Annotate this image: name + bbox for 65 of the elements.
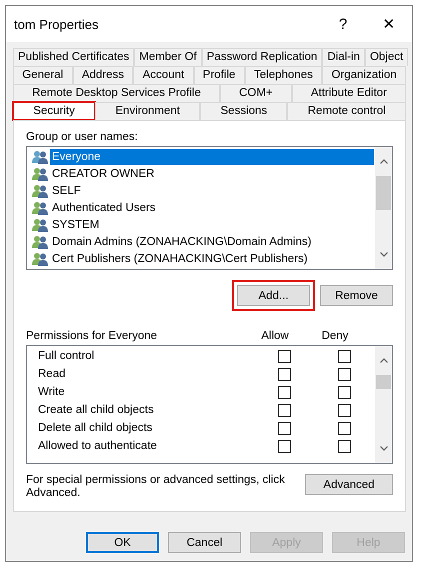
user-item[interactable]: SYSTEM (50, 216, 102, 232)
tab[interactable]: Organization (322, 66, 406, 84)
permission-name: Full control (38, 350, 96, 362)
checkbox[interactable] (278, 368, 290, 380)
tab[interactable]: Profile (194, 66, 245, 84)
tab[interactable]: COM+ (220, 84, 292, 102)
tab[interactable]: Member Of (134, 48, 202, 66)
add-button[interactable]: Add... (237, 285, 310, 306)
checkbox[interactable] (338, 440, 350, 452)
permission-name: Allowed to authenticate (38, 440, 158, 452)
users-icon (32, 150, 48, 164)
checkbox[interactable] (338, 422, 350, 434)
checkbox[interactable] (278, 422, 290, 434)
group-label: Group or user names: (26, 131, 139, 143)
tab[interactable]: Sessions (200, 102, 288, 120)
checkbox[interactable] (278, 404, 290, 416)
tab[interactable]: Address (72, 66, 134, 84)
checkbox[interactable] (338, 386, 350, 398)
tab[interactable]: General (13, 66, 73, 84)
user-item[interactable]: Cert Publishers (ZONAHACKING\Cert Publishers) (50, 250, 310, 266)
checkbox[interactable] (278, 350, 290, 362)
user-item[interactable]: Domain Admins (ZONAHACKING\Domain Admins) (50, 234, 314, 250)
checkbox[interactable] (338, 368, 350, 380)
remove-button[interactable]: Remove (320, 285, 393, 306)
user-item[interactable]: Everyone (50, 148, 374, 164)
tab[interactable]: Published Certificates (13, 48, 134, 66)
scrollbar-thumb[interactable] (376, 176, 391, 210)
tab[interactable]: Environment (95, 102, 200, 120)
permission-name: Create all child objects (38, 404, 155, 416)
users-icon (32, 252, 48, 266)
tab[interactable]: Telephones (244, 66, 322, 84)
scrollbar-thumb[interactable] (376, 375, 391, 389)
permissions-label: Permissions for Everyone (26, 330, 158, 342)
permission-name: Write (38, 386, 66, 398)
user-item[interactable]: SELF (50, 182, 83, 198)
users-icon (32, 234, 48, 248)
tab[interactable]: Object (364, 48, 408, 66)
close-button[interactable]: ✕ (366, 15, 412, 33)
dialog-button[interactable]: OK (86, 532, 159, 553)
user-item[interactable]: CREATOR OWNER (50, 166, 156, 182)
checkbox[interactable] (338, 350, 350, 362)
column-header: Allow (260, 330, 290, 342)
tab[interactable]: Password Replication (202, 48, 322, 66)
tab[interactable]: Account (133, 66, 194, 84)
checkbox[interactable] (278, 440, 290, 452)
tab[interactable]: Security (13, 102, 96, 120)
tab[interactable]: Remote Desktop Services Profile (13, 84, 220, 102)
tab[interactable]: Attribute Editor (292, 84, 406, 102)
dialog-button[interactable]: Cancel (168, 532, 241, 553)
window-title: tom Properties (14, 16, 100, 32)
user-item[interactable]: Authenticated Users (50, 200, 158, 216)
advanced-note: For special permissions or advanced settings, click Advanced. (26, 474, 286, 500)
permission-name: Delete all child objects (38, 422, 154, 434)
advanced-button[interactable]: Advanced (305, 474, 393, 495)
permission-name: Read (38, 368, 66, 380)
help-button[interactable]: ? (320, 16, 366, 32)
users-icon (32, 184, 48, 198)
users-icon (32, 218, 48, 232)
checkbox[interactable] (278, 386, 290, 398)
tab[interactable]: Dial-in (322, 48, 365, 66)
users-icon (32, 200, 48, 214)
checkbox[interactable] (338, 404, 350, 416)
column-header: Deny (320, 330, 350, 342)
users-icon (32, 166, 48, 180)
tab[interactable]: Remote control (287, 102, 406, 120)
